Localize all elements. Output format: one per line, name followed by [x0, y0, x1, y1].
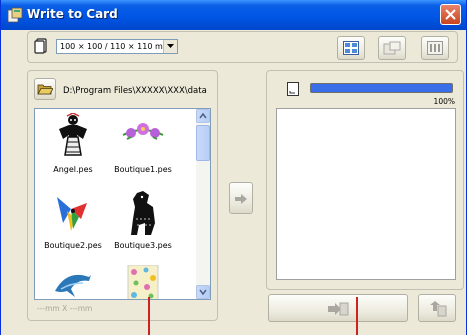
- card-transfer-icon: [383, 41, 401, 55]
- angel-embroidery-icon: [59, 113, 87, 156]
- view-thumbnails-button[interactable]: [337, 36, 365, 60]
- flowers-embroidery-icon: [122, 123, 164, 140]
- parrot-embroidery-icon: [57, 197, 87, 231]
- scroll-thumb[interactable]: [196, 125, 210, 161]
- card-remove-icon: [430, 301, 447, 317]
- add-to-card-button[interactable]: [229, 182, 253, 214]
- file-name: Boutique2.pes: [44, 241, 102, 250]
- list-item-boutique1[interactable]: Boutique1.pes: [108, 113, 178, 188]
- scroll-up-button[interactable]: [196, 109, 210, 123]
- embroidery-file-list[interactable]: Angel.pes Boutique1.pes Boutique2.pes Bo…: [34, 108, 211, 300]
- close-button[interactable]: [440, 4, 461, 25]
- vertical-scrollbar[interactable]: [196, 109, 210, 299]
- list-item-angel[interactable]: Angel.pes: [38, 113, 108, 188]
- list-item-boutique2[interactable]: Boutique2.pes: [38, 189, 108, 264]
- annotation-marker-right: [356, 297, 358, 335]
- floral-pattern-embroidery-icon: [127, 265, 159, 299]
- design-size-readout: ---mm X ---mm: [37, 304, 93, 313]
- window-title: Write to Card: [27, 7, 118, 21]
- write-to-card-dialog: Write to Card 100 × 100 / 110 × 110 mm D…: [0, 0, 467, 335]
- progress-fill: [311, 84, 452, 92]
- chevron-up-icon: [199, 112, 207, 119]
- hoop-size-select[interactable]: 100 × 100 / 110 × 110 mm: [56, 39, 178, 54]
- dog-embroidery-icon: [131, 191, 155, 235]
- list-item-boutique3[interactable]: Boutique3.pes: [108, 189, 178, 264]
- folder-path: D:\Program Files\XXXXX\XXX\data: [63, 86, 207, 96]
- scroll-down-button[interactable]: [196, 285, 210, 299]
- arrow-right-icon: [235, 194, 247, 204]
- title-bar[interactable]: Write to Card: [1, 0, 466, 30]
- file-name: Boutique3.pes: [114, 241, 172, 250]
- open-folder-button[interactable]: [34, 78, 56, 100]
- folder-open-icon: [37, 84, 53, 95]
- list-item-dolphin[interactable]: [38, 265, 108, 299]
- dropdown-arrow[interactable]: [163, 40, 177, 53]
- card-to-pc-button[interactable]: [378, 36, 406, 60]
- app-icon: [7, 7, 23, 23]
- annotation-marker-left: [148, 297, 150, 335]
- card-preview-area[interactable]: [276, 108, 456, 280]
- progress-percent-label: 100%: [433, 97, 455, 106]
- card-contents-button[interactable]: [421, 36, 449, 60]
- write-card-icon: [328, 302, 349, 316]
- write-to-card-button[interactable]: [268, 294, 408, 322]
- hoop-size-icon: [34, 38, 48, 54]
- chevron-down-icon: [167, 44, 174, 48]
- close-icon: [445, 9, 456, 20]
- chevron-down-icon: [199, 289, 207, 296]
- dolphin-embroidery-icon: [55, 274, 91, 297]
- list-item-floral[interactable]: [108, 265, 178, 299]
- hoop-size-select-value: 100 × 100 / 110 × 110 mm: [60, 42, 171, 51]
- file-name: Boutique1.pes: [114, 165, 172, 174]
- delete-from-card-button[interactable]: [418, 294, 456, 322]
- card-icon: [287, 81, 299, 96]
- thumbnail-grid-icon: [343, 41, 359, 55]
- card-usage-progress: [310, 83, 453, 93]
- file-name: Angel.pes: [53, 165, 93, 174]
- card-slots-icon: [427, 41, 443, 55]
